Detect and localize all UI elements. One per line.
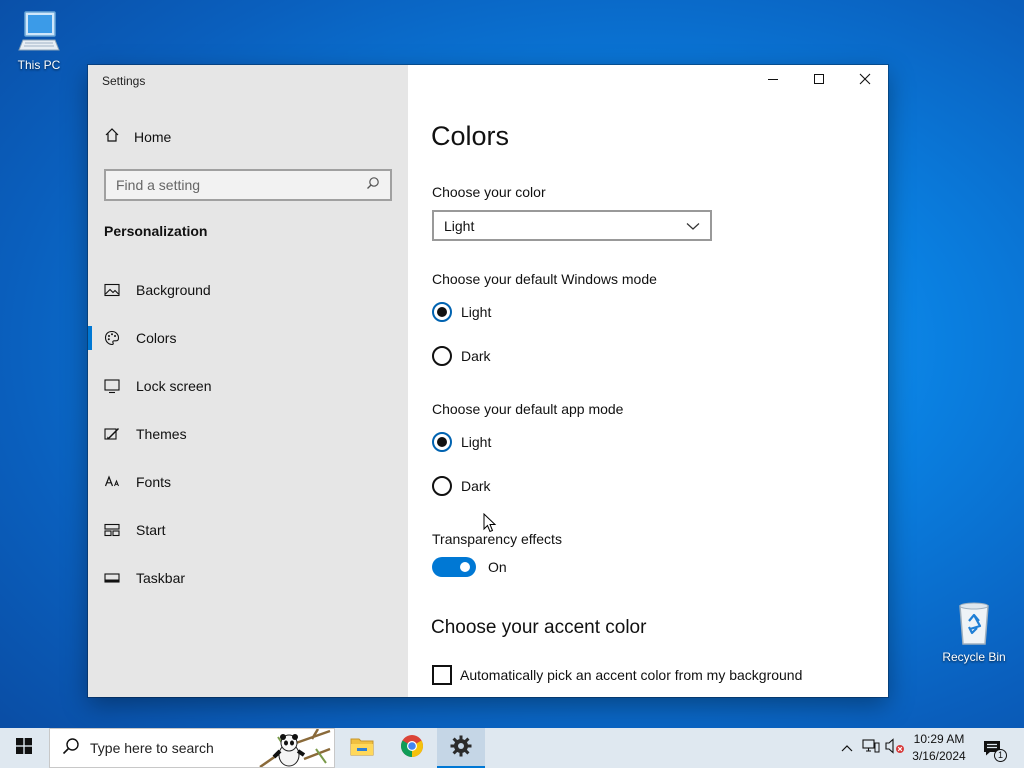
settings-search-input[interactable] (116, 177, 366, 193)
chevron-up-icon (841, 739, 853, 757)
sidebar-item-label: Background (136, 282, 211, 298)
file-explorer-icon (350, 735, 374, 762)
radio-button[interactable] (432, 432, 452, 452)
choose-color-label: Choose your color (432, 184, 546, 200)
sidebar-item-label: Themes (136, 426, 187, 442)
show-hidden-icons-button[interactable] (838, 728, 856, 768)
network-tray-button[interactable] (860, 728, 882, 768)
app-mode-dark-radio[interactable]: Dark (432, 476, 491, 496)
nav-home[interactable]: Home (104, 127, 171, 146)
search-icon (62, 737, 80, 760)
transparency-toggle-row: On (432, 557, 507, 577)
radio-label: Light (461, 434, 492, 450)
brush-icon (104, 426, 120, 442)
accent-color-heading: Choose your accent color (431, 617, 647, 638)
nav-home-label: Home (134, 128, 172, 145)
settings-gear-icon (450, 735, 472, 762)
windows-logo-icon (16, 737, 32, 759)
clock-date: 3/16/2024 (912, 749, 966, 763)
radio-label: Light (461, 304, 492, 320)
sidebar-item-themes[interactable]: Themes (88, 410, 408, 458)
toggle-state-label: On (488, 559, 507, 575)
action-center-button[interactable]: 1 (980, 728, 1007, 768)
radio-button[interactable] (432, 302, 452, 322)
chrome-icon (400, 734, 424, 763)
search-highlight-panda-icon (256, 729, 334, 767)
radio-button[interactable] (432, 346, 452, 366)
network-icon (862, 738, 880, 759)
sidebar-item-start[interactable]: Start (88, 506, 408, 554)
palette-icon (104, 330, 120, 346)
choose-color-dropdown[interactable]: Light (432, 210, 712, 241)
font-icon (104, 474, 120, 490)
notification-icon: 1 (982, 738, 1007, 762)
start-button[interactable] (0, 728, 48, 768)
sidebar-item-label: Lock screen (136, 378, 212, 394)
lock-screen-icon (104, 378, 120, 394)
sidebar-item-label: Start (136, 522, 166, 538)
auto-accent-checkbox[interactable] (432, 665, 452, 685)
auto-accent-checkbox-row[interactable]: Automatically pick an accent color from … (432, 665, 802, 685)
windows-mode-label: Choose your default Windows mode (432, 271, 657, 287)
mouse-cursor-icon (483, 512, 497, 533)
settings-window: Settings Home Personalization Background (88, 65, 888, 697)
taskbar-file-explorer[interactable] (338, 728, 386, 768)
dropdown-value: Light (444, 217, 475, 234)
settings-search[interactable] (104, 169, 392, 201)
recycle-bin-icon (950, 600, 998, 648)
personalization-nav: Background Colors Lock screen Themes Fon… (88, 266, 408, 602)
search-icon (366, 176, 380, 195)
sidebar-item-taskbar[interactable]: Taskbar (88, 554, 408, 602)
colors-page: Colors Choose your color Light Choose yo… (408, 65, 888, 697)
taskbar-search-placeholder: Type here to search (90, 740, 214, 756)
desktop-icon-this-pc[interactable]: This PC (3, 8, 75, 72)
windows-mode-light-radio[interactable]: Light (432, 302, 491, 322)
sidebar-item-background[interactable]: Background (88, 266, 408, 314)
section-title-personalization: Personalization (104, 223, 208, 239)
home-icon (104, 127, 120, 146)
page-title: Colors (431, 121, 510, 151)
sidebar-item-label: Fonts (136, 474, 172, 490)
sidebar-item-label: Colors (136, 330, 177, 346)
radio-label: Dark (461, 348, 491, 364)
app-mode-label: Choose your default app mode (432, 401, 624, 417)
notification-count-badge: 1 (994, 749, 1007, 762)
volume-muted-icon (885, 737, 905, 759)
desktop-icon-recycle-bin[interactable]: Recycle Bin (938, 600, 1010, 664)
sidebar-item-lock-screen[interactable]: Lock screen (88, 362, 408, 410)
desktop-icon-label: This PC (17, 58, 61, 72)
app-mode-light-radio[interactable]: Light (432, 432, 491, 452)
desktop-icon-label: Recycle Bin (942, 650, 1006, 664)
window-title: Settings (102, 74, 146, 88)
settings-sidebar: Settings Home Personalization Background (88, 65, 408, 697)
taskbar-clock[interactable]: 10:29 AM 3/16/2024 (906, 731, 972, 765)
radio-label: Dark (461, 478, 491, 494)
checkbox-label: Automatically pick an accent color from … (460, 667, 803, 683)
image-icon (104, 282, 120, 298)
radio-button[interactable] (432, 476, 452, 496)
clock-time: 10:29 AM (913, 732, 965, 746)
sidebar-item-label: Taskbar (136, 570, 186, 586)
start-tiles-icon (104, 522, 120, 538)
taskbar-chrome[interactable] (388, 728, 436, 768)
chevron-down-icon (686, 218, 700, 234)
taskbar: Type here to search 10:29 AM 3/16/2024 1 (0, 728, 1024, 768)
volume-tray-button[interactable] (884, 728, 906, 768)
transparency-label: Transparency effects (432, 531, 562, 547)
computer-icon (15, 8, 63, 56)
taskbar-search-box[interactable]: Type here to search (49, 728, 335, 768)
taskbar-icon (104, 570, 120, 586)
transparency-toggle[interactable] (432, 557, 476, 577)
windows-mode-dark-radio[interactable]: Dark (432, 346, 491, 366)
sidebar-item-colors[interactable]: Colors (88, 314, 408, 362)
taskbar-settings[interactable] (437, 728, 485, 768)
sidebar-item-fonts[interactable]: Fonts (88, 458, 408, 506)
